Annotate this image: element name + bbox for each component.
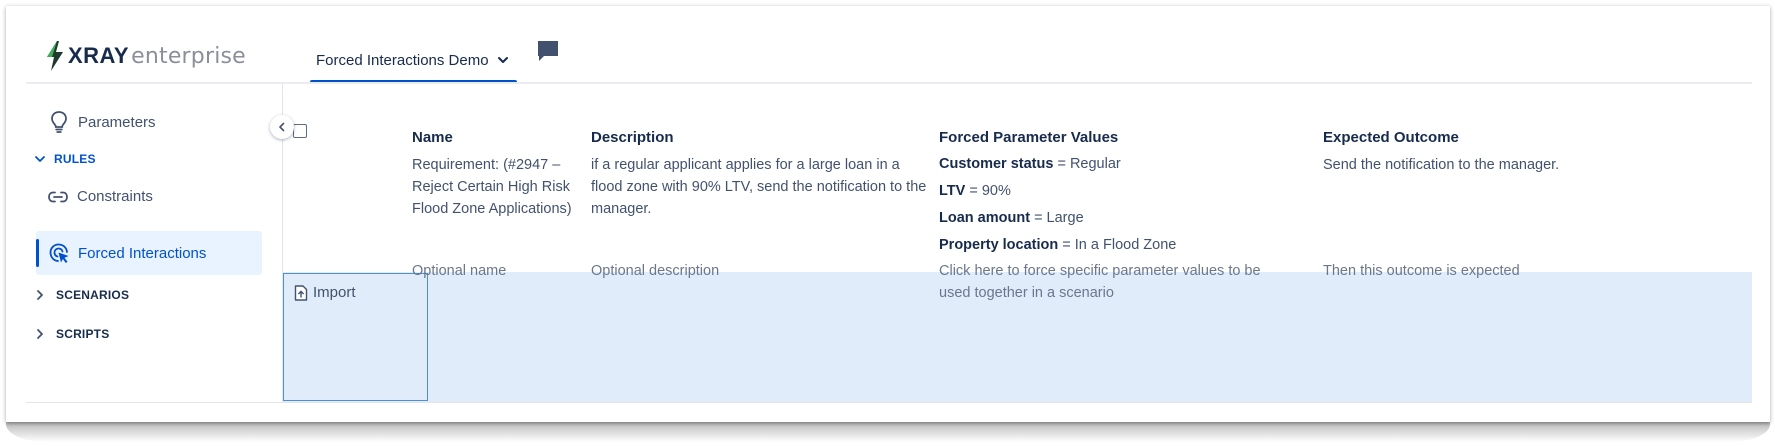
new-row-outcome-input[interactable]: Then this outcome is expected [1323,260,1743,282]
sidebar-active-indicator [36,239,39,267]
param-value: = 90% [969,183,1011,199]
param-key: Property location [939,237,1059,253]
sidebar: Parameters RULES Constraints Forced Inte… [26,84,294,402]
sidebar-section-label: SCRIPTS [56,327,110,341]
select-all-checkbox[interactable] [293,124,307,138]
link-icon [48,191,68,202]
lightbulb-icon [51,111,67,133]
logo-text-light: enterprise [131,43,246,69]
comment-icon[interactable] [535,38,561,64]
import-content: Import [294,284,356,301]
screenshot-frame: XRAY enterprise Forced Interactions Demo [6,6,1770,422]
row-name-cell: Requirement: (#2947 – Reject Certain Hig… [412,157,572,217]
chevron-down-icon[interactable] [497,54,509,66]
tab-project[interactable]: Forced Interactions Demo [310,36,509,84]
chevron-right-icon [37,290,43,300]
column-header-description[interactable]: Description [591,129,674,146]
row-params-cell: Customer status = Regular LTV = 90% Loan… [939,152,1309,260]
param-value: = Regular [1057,156,1121,172]
sidebar-item-parameters[interactable]: Parameters [48,110,156,134]
new-row-name-input[interactable]: Optional name [412,260,577,282]
sidebar-item-constraints[interactable]: Constraints [47,188,153,205]
logo-text-bold: XRAY [68,43,130,68]
new-row-params-input[interactable]: Click here to force specific parameter v… [939,260,1289,304]
app-window: XRAY enterprise Forced Interactions Demo [26,6,1752,403]
forced-interactions-table: Name Description Forced Parameter Values… [282,84,1752,402]
project-tab-label: Forced Interactions Demo [316,51,489,69]
sidebar-section-scenarios[interactable]: SCENARIOS [34,288,129,302]
sidebar-item-label: Constraints [77,188,153,205]
param-key: LTV [939,183,966,199]
bolt-icon [47,41,63,71]
chevron-left-icon [279,122,285,132]
sidebar-section-label: SCENARIOS [56,288,130,302]
chevron-down-icon [35,156,45,162]
row-description-cell: if a regular applicant applies for a lar… [591,157,927,217]
column-header-name[interactable]: Name [412,129,453,146]
column-header-expected-outcome[interactable]: Expected Outcome [1323,129,1459,146]
xray-logo[interactable]: XRAY enterprise [44,36,246,76]
sidebar-section-label: RULES [54,152,96,166]
top-header: XRAY enterprise Forced Interactions Demo [26,6,1752,84]
sidebar-item-label: Forced Interactions [78,244,207,262]
column-header-forced-parameter-values[interactable]: Forced Parameter Values [939,129,1118,146]
param-entry: Customer status = Regular [939,152,1309,177]
sidebar-section-rules[interactable]: RULES [34,152,96,166]
param-key: Loan amount [939,210,1031,226]
import-button[interactable]: Import [283,273,428,401]
sidebar-item-label: Parameters [78,113,156,131]
sidebar-section-scripts[interactable]: SCRIPTS [34,327,109,341]
param-entry: Property location = In a Flood Zone [939,233,1309,258]
row-outcome-cell: Send the notification to the manager. [1323,157,1560,173]
param-entry: Loan amount = Large [939,206,1309,231]
new-row-description-input[interactable]: Optional description [591,260,931,282]
collapse-sidebar-button[interactable] [270,115,294,139]
chevron-right-icon [37,329,43,339]
param-value: = In a Flood Zone [1062,237,1177,253]
param-key: Customer status [939,156,1054,172]
import-file-icon [294,284,308,301]
cursor-target-icon [49,243,69,263]
param-entry: LTV = 90% [939,179,1309,204]
import-label: Import [313,284,356,301]
param-value: = Large [1034,210,1084,226]
sidebar-item-forced-interactions[interactable]: Forced Interactions [48,229,206,277]
